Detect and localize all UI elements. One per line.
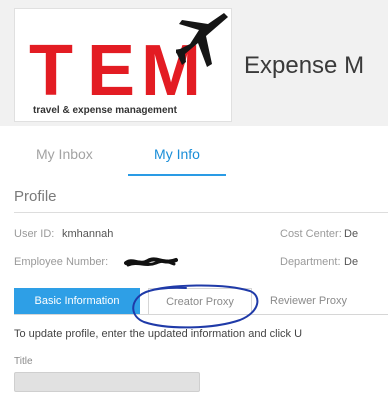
redaction-scribble (124, 257, 178, 267)
user-id-value: kmhannah (62, 228, 114, 240)
logo-letter-t: T (29, 37, 73, 97)
user-id-label: User ID: (14, 228, 55, 240)
tab-my-inbox[interactable]: My Inbox (36, 140, 93, 174)
cost-center-label: Cost Center: (280, 228, 342, 240)
department-value: De (344, 256, 359, 268)
subtab-basic-information[interactable]: Basic Information (14, 288, 140, 314)
title-field-label: Title (14, 356, 33, 367)
profile-subtabs: Basic Information Creator Proxy Reviewer… (14, 288, 388, 315)
logo-tagline: travel & expense management (33, 105, 177, 116)
cost-center-value: De (344, 228, 359, 240)
title-input[interactable] (14, 372, 200, 392)
airplane-icon (176, 13, 228, 67)
profile-section-title: Profile (14, 188, 57, 205)
subtab-reviewer-proxy[interactable]: Reviewer Proxy (270, 288, 370, 314)
app-header: T E M travel & expense management Expens… (0, 0, 388, 126)
logo-letter-e: E (87, 37, 135, 97)
tab-my-info[interactable]: My Info (128, 140, 226, 176)
subtab-creator-proxy[interactable]: Creator Proxy (148, 288, 252, 314)
department-label: Department: (280, 256, 341, 268)
employee-number-label: Employee Number: (14, 256, 109, 268)
section-divider (14, 212, 388, 213)
main-tabs: My Inbox My Info (14, 140, 388, 176)
update-instruction-text: To update profile, enter the updated inf… (14, 328, 303, 340)
app-title: Expense M (244, 52, 365, 79)
